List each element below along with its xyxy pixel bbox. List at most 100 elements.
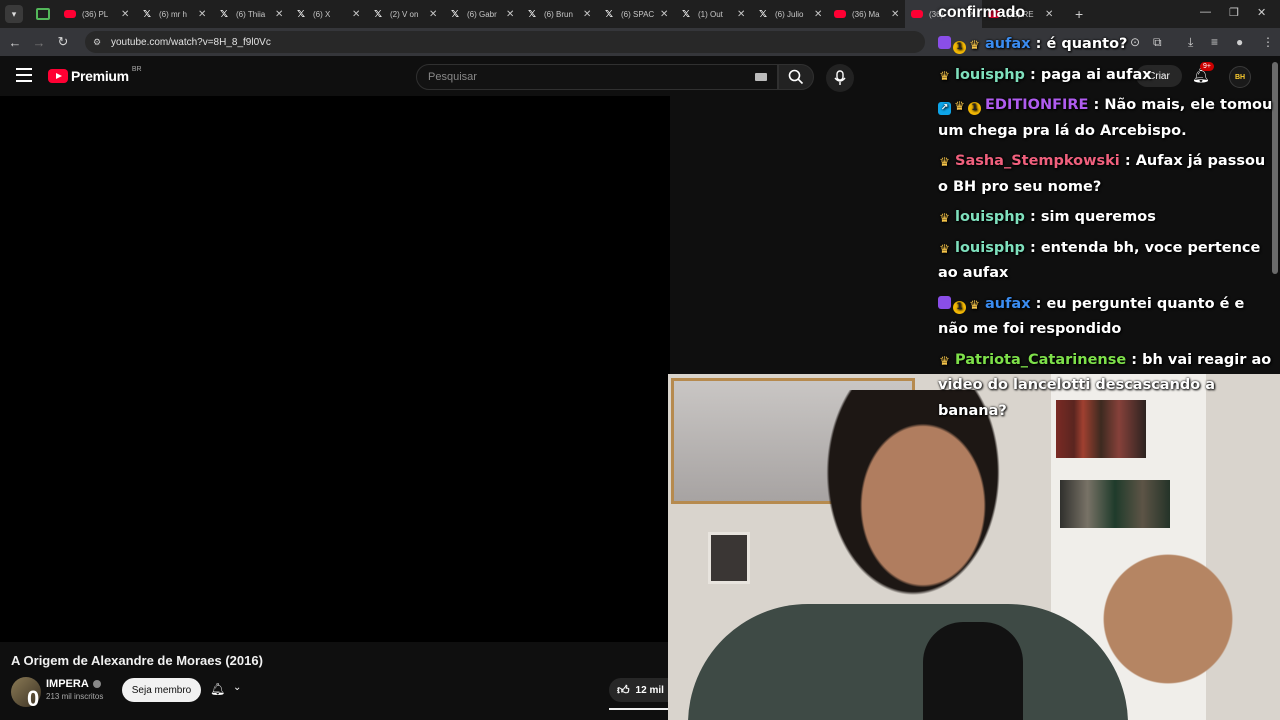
forward-icon[interactable]: →	[27, 35, 51, 50]
like-underline	[609, 708, 670, 710]
x-favicon-icon: 𝕏	[219, 8, 229, 20]
logo-text: Premium	[71, 68, 129, 84]
browser-tab[interactable]: 𝕏 (6) SPAC ✕	[597, 0, 674, 28]
verified-icon	[92, 680, 101, 689]
chat-username[interactable]: EDITIONFIRE	[985, 97, 1088, 113]
url-text: youtube.com/watch?v=8H_8_f9l0Vc	[111, 36, 271, 48]
tab-list: (36) PL ✕ 𝕏 (6) mr h ✕ 𝕏 (6) Thiia ✕ 𝕏 (6) X ✕ 𝕏 (2)…	[58, 0, 1059, 28]
chat-message: 1 ♛ aufax : é quanto?	[938, 32, 1274, 58]
close-window-icon[interactable]: ✕	[1257, 6, 1266, 19]
chat-partial-message: confirmado	[938, 4, 1026, 21]
chat-message: 1 ♛ aufax : eu perguntei quanto é e não me…	[938, 292, 1274, 343]
tab-title: (6) SPAC	[621, 9, 655, 19]
chat-username[interactable]: louisphp	[955, 240, 1025, 256]
restore-icon[interactable]: ❐	[1229, 6, 1239, 19]
tab-close-icon[interactable]: ✕	[814, 9, 824, 20]
youtube-logo[interactable]: Premium BR	[48, 65, 142, 84]
x-favicon-icon: 𝕏	[681, 8, 691, 20]
tab-title: (6) Julio	[775, 9, 804, 19]
x-favicon-icon: 𝕏	[758, 8, 768, 20]
tab-close-icon[interactable]: ✕	[352, 9, 362, 20]
subscriber-count: 213 mil inscritos	[46, 692, 104, 701]
studio-microphone	[923, 622, 1023, 720]
video-player[interactable]	[0, 96, 670, 642]
search-input[interactable]: Pesquisar	[416, 64, 778, 90]
voice-search-button[interactable]	[826, 64, 854, 92]
browser-tab-strip: ▾ (36) PL ✕ 𝕏 (6) mr h ✕ 𝕏 (6) Thiia ✕ 𝕏 (6) X ✕ 𝕏(…	[0, 0, 1280, 28]
browser-tab[interactable]: 𝕏 (1) Out ✕	[674, 0, 751, 28]
chat-username[interactable]: aufax	[985, 296, 1031, 312]
search-icon	[788, 69, 804, 85]
hamburger-menu-icon[interactable]	[16, 68, 32, 82]
chat-message: ♛ louisphp : sim queremos	[938, 205, 1274, 231]
x-favicon-icon: 𝕏	[373, 8, 383, 20]
prime-badge-icon: ↗	[938, 102, 951, 115]
crown-badge-icon: ♛	[954, 99, 965, 113]
browser-tab[interactable]: (36) Ma ✕	[828, 0, 905, 28]
chat-text: : sim queremos	[1030, 209, 1156, 225]
chat-username[interactable]: louisphp	[955, 67, 1025, 83]
reload-icon[interactable]: ↻	[51, 34, 75, 50]
youtube-favicon-icon	[834, 10, 846, 18]
tab-close-icon[interactable]: ✕	[121, 9, 131, 20]
tab-close-icon[interactable]: ✕	[891, 9, 901, 20]
browser-tab[interactable]: 𝕏 (6) Julio ✕	[751, 0, 828, 28]
browser-tab[interactable]: 𝕏 (6) X ✕	[289, 0, 366, 28]
country-code: BR	[131, 65, 142, 73]
browser-tab[interactable]: 𝕏 (6) mr h ✕	[135, 0, 212, 28]
tab-title: (6) Gabr	[467, 9, 497, 19]
new-tab-button[interactable]: +	[1075, 6, 1083, 22]
tab-close-icon[interactable]: ✕	[506, 9, 516, 20]
tab-search-chevron-icon[interactable]: ▾	[5, 5, 23, 23]
crown-badge-icon: ♛	[939, 68, 950, 83]
one-badge-icon: 1	[953, 41, 966, 54]
tab-close-icon[interactable]: ✕	[660, 9, 670, 20]
browser-tab[interactable]: (36) PL ✕	[58, 0, 135, 28]
youtube-play-icon	[48, 69, 68, 83]
chevron-down-icon[interactable]: ⌄	[233, 682, 241, 693]
chat-username[interactable]: Patriota_Catarinense	[955, 352, 1126, 368]
youtube-favicon-icon	[64, 10, 76, 18]
tab-title: (6) X	[313, 9, 331, 19]
chat-username[interactable]: Sasha_Stempkowski	[955, 153, 1120, 169]
subscription-bell-icon[interactable]: 🔔︎	[210, 682, 225, 696]
chat-message: ↗ ♛ 1 EDITIONFIRE : Não mais, ele tomou um …	[938, 93, 1274, 144]
chat-message: ♛ Patriota_Catarinense : bh vai reagir ao…	[938, 348, 1274, 425]
tab-close-icon[interactable]: ✕	[429, 9, 439, 20]
x-favicon-icon: 𝕏	[604, 8, 614, 20]
chat-message: ♛ louisphp : entenda bh, voce pertence ao…	[938, 236, 1274, 287]
browser-tab[interactable]: 𝕏 (6) Thiia ✕	[212, 0, 289, 28]
browser-tab[interactable]: 𝕏 (2) V on ✕	[366, 0, 443, 28]
join-button[interactable]: Seja membro	[122, 678, 201, 702]
tab-close-icon[interactable]: ✕	[198, 9, 208, 20]
chat-username[interactable]: aufax	[985, 36, 1031, 52]
youtube-favicon-icon	[911, 10, 923, 18]
back-icon[interactable]: ←	[3, 35, 27, 50]
crown-badge-icon: ♛	[939, 241, 950, 256]
photo-frame	[708, 532, 750, 584]
channel-name-row[interactable]: IMPERA	[46, 678, 101, 690]
minimize-icon[interactable]: —	[1200, 6, 1211, 18]
tab-group-icon[interactable]	[36, 8, 50, 20]
tab-close-icon[interactable]: ✕	[1045, 9, 1055, 20]
x-favicon-icon: 𝕏	[450, 8, 460, 20]
like-button[interactable]: 👍︎ 12 mil	[609, 678, 670, 702]
tab-title: (6) mr h	[159, 9, 187, 19]
keyboard-icon[interactable]	[755, 73, 767, 81]
browser-tab[interactable]: 𝕏 (6) Brun ✕	[520, 0, 597, 28]
search-button[interactable]	[778, 64, 814, 90]
crown-badge-icon: ♛	[939, 211, 950, 225]
browser-tab[interactable]: 𝕏 (6) Gabr ✕	[443, 0, 520, 28]
chat-username[interactable]: louisphp	[955, 209, 1025, 225]
tab-close-icon[interactable]: ✕	[275, 9, 285, 20]
site-info-icon[interactable]: ⚙	[93, 37, 103, 47]
chat-text: : paga ai aufax	[1030, 66, 1152, 83]
address-bar[interactable]: ⚙ youtube.com/watch?v=8H_8_f9l0Vc	[85, 31, 925, 53]
tab-close-icon[interactable]: ✕	[583, 9, 593, 20]
crown-badge-icon: ♛	[939, 353, 950, 368]
tab-title: (6) Thiia	[236, 9, 266, 19]
join-label: Seja membro	[131, 684, 192, 696]
x-favicon-icon: 𝕏	[296, 8, 306, 20]
tab-close-icon[interactable]: ✕	[737, 9, 747, 20]
tab-title: (2) V on	[390, 9, 419, 19]
